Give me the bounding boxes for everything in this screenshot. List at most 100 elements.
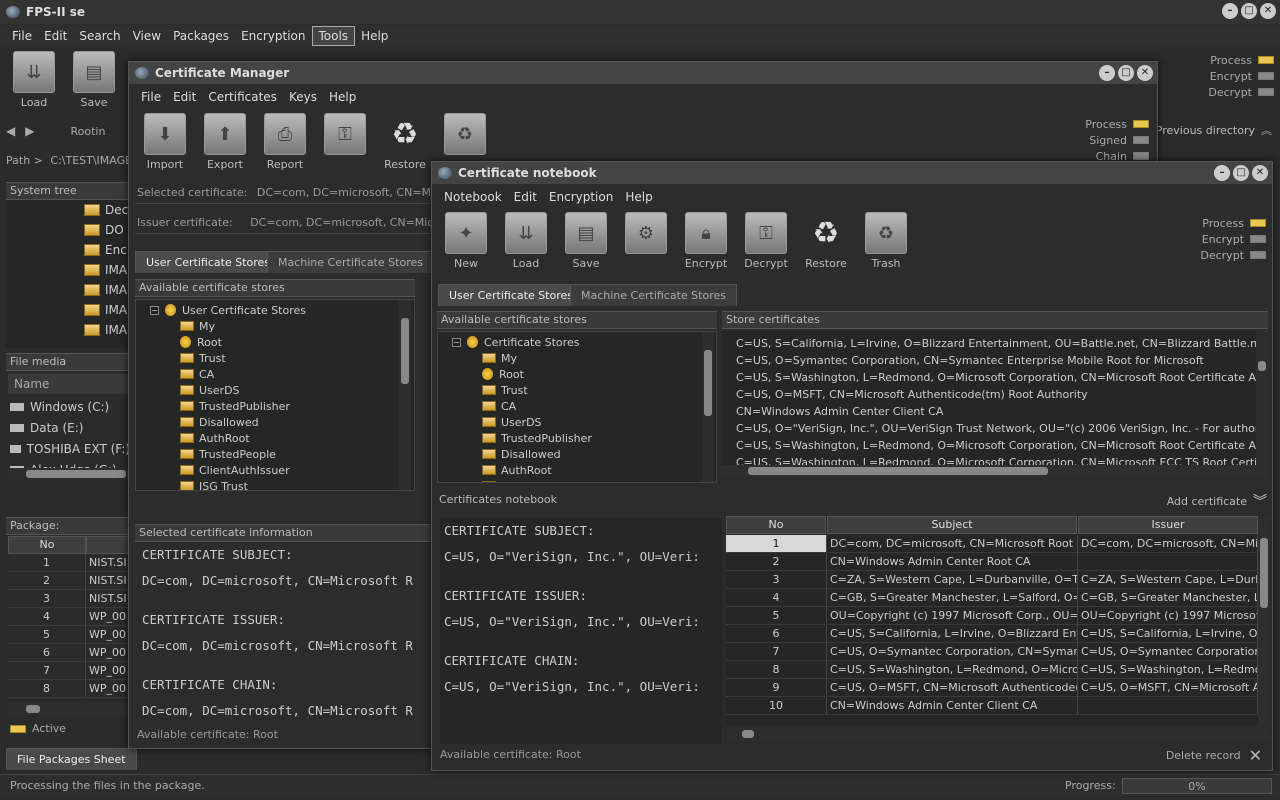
nb-grid-hscroll[interactable] <box>726 728 1270 740</box>
table-row[interactable]: 7C=US, O=Symantec Corporation, CN=Symant… <box>726 643 1258 661</box>
media-hscroll[interactable] <box>8 468 130 480</box>
package-row[interactable]: 4 WP_00 <box>8 608 130 626</box>
minimize-icon[interactable]: – <box>1222 3 1238 19</box>
scroll-thumb[interactable] <box>742 730 754 738</box>
root-label[interactable]: Rootin <box>70 125 105 138</box>
add-certificate-button[interactable]: Add certificate ︾ <box>1167 491 1267 511</box>
store-item-authroot[interactable]: AuthRoot <box>150 430 414 446</box>
nb-tab-user-stores[interactable]: User Certificate Stores <box>438 284 585 306</box>
tree-folder-item[interactable]: Dec <box>6 200 130 220</box>
store-item-root[interactable]: Root <box>452 366 716 382</box>
store-item-disallowed[interactable]: Disallowed <box>150 414 414 430</box>
store-item-trust[interactable]: Trust <box>452 382 716 398</box>
grid-col-no[interactable]: No <box>726 516 826 534</box>
export-button[interactable]: ⬆ Export <box>195 110 255 171</box>
nb-certs-hscroll[interactable] <box>722 465 1268 477</box>
close-icon[interactable]: ✕ <box>1260 3 1276 19</box>
menu-edit[interactable]: Edit <box>38 27 73 45</box>
tree-folder-item[interactable]: Enc <box>6 240 130 260</box>
scroll-thumb[interactable] <box>26 705 40 713</box>
store-cert-item[interactable]: C=US, O=Symantec Corporation, CN=Symante… <box>736 354 1258 371</box>
nb-certs-vscroll[interactable] <box>1256 331 1268 465</box>
tree-folder-item[interactable]: IMA <box>6 280 130 300</box>
store-item-ca[interactable]: CA <box>150 366 414 382</box>
media-drive-item[interactable]: Data (E:) <box>8 417 130 438</box>
package-col-name[interactable] <box>86 536 130 554</box>
menu-packages[interactable]: Packages <box>167 27 235 45</box>
tree-folder-item[interactable]: DO <box>6 220 130 240</box>
load-button[interactable]: ⇊ Load <box>4 48 64 109</box>
previous-directory-button[interactable]: Previous directory ︽ <box>1156 122 1272 138</box>
restore-button[interactable]: ♻ Restore <box>375 110 435 172</box>
tab-file-packages-sheet[interactable]: File Packages Sheet <box>6 748 137 770</box>
menu-help[interactable]: Help <box>355 27 394 45</box>
grid-col-issuer[interactable]: Issuer <box>1078 516 1258 534</box>
package-row[interactable]: 2 NIST.SI <box>8 572 130 590</box>
save-button[interactable]: ▤ Save <box>64 48 124 109</box>
tree-folder-item[interactable]: IMA <box>6 260 130 280</box>
maximize-icon[interactable]: □ <box>1233 165 1249 181</box>
forward-arrow-icon[interactable]: ▶ <box>25 124 34 138</box>
cm-tree-vscroll[interactable] <box>399 300 411 490</box>
menu-certificates[interactable]: Certificates <box>202 88 283 106</box>
store-cert-item[interactable]: C=US, S=Washington, L=Redmond, O=Microso… <box>736 371 1258 388</box>
store-item-my[interactable]: My <box>452 350 716 366</box>
scroll-thumb[interactable] <box>748 467 1048 475</box>
store-item-userds[interactable]: UserDS <box>150 382 414 398</box>
table-row[interactable]: 2 CN=Windows Admin Center Root CA <box>726 553 1258 571</box>
store-item-isg-trust[interactable]: ISG Trust <box>150 478 414 490</box>
menu-search[interactable]: Search <box>73 27 126 45</box>
menu-notebook[interactable]: Notebook <box>438 188 508 206</box>
media-drive-item[interactable]: Alex Hdqs (G:) <box>8 459 130 468</box>
store-item-ca[interactable]: CA <box>452 398 716 414</box>
minimize-icon[interactable]: – <box>1099 65 1115 81</box>
menu-tools[interactable]: Tools <box>311 26 356 46</box>
menu-file[interactable]: File <box>6 27 38 45</box>
scroll-thumb[interactable] <box>1258 361 1266 371</box>
menu-file[interactable]: File <box>135 88 167 106</box>
scroll-thumb[interactable] <box>401 318 409 384</box>
store-cert-item[interactable]: C=US, S=Washington, L=Redmond, O=Microso… <box>736 439 1258 456</box>
tree-root-node[interactable]: − User Certificate Stores <box>150 302 414 318</box>
package-col-no[interactable]: No <box>8 536 86 554</box>
menu-help[interactable]: Help <box>323 88 362 106</box>
package-row[interactable]: 8 WP_00 <box>8 680 130 698</box>
grid-col-subject[interactable]: Subject <box>827 516 1077 534</box>
table-row[interactable]: 10 CN=Windows Admin Center Client CA <box>726 697 1258 715</box>
settings-button[interactable]: ⚙ <box>616 209 676 270</box>
store-item-my[interactable]: My <box>150 318 414 334</box>
cm-tab-machine-stores[interactable]: Machine Certificate Stores <box>267 251 434 273</box>
tree-root-node[interactable]: − Certificate Stores <box>452 334 716 350</box>
table-row[interactable]: 5 OU=Copyright (c) 1997 Microsoft Corp., … <box>726 607 1258 625</box>
store-item-userds[interactable]: UserDS <box>452 414 716 430</box>
collapse-icon[interactable]: − <box>452 337 461 347</box>
import-button[interactable]: ⬇ Import <box>135 110 195 171</box>
store-item-trustedpeople[interactable]: TrustedPeople <box>452 478 716 482</box>
store-item-clientauthissuer[interactable]: ClientAuthIssuer <box>150 462 414 478</box>
table-row[interactable]: 9 C=US, O=MSFT, CN=Microsoft Authenticode… <box>726 679 1258 697</box>
new-button[interactable]: ✦ New <box>436 209 496 270</box>
store-cert-item[interactable]: CN=Windows Admin Center Client CA <box>736 405 1258 422</box>
collapse-icon[interactable]: − <box>150 305 159 315</box>
media-col-header[interactable]: Name <box>8 374 130 394</box>
table-row[interactable]: 3 C=ZA, S=Western Cape, L=Durbanville, O=… <box>726 571 1258 589</box>
store-cert-item[interactable]: C=US, S=California, L=Irvine, O=Blizzard… <box>736 337 1258 354</box>
maximize-icon[interactable]: □ <box>1241 3 1257 19</box>
menu-view[interactable]: View <box>127 27 167 45</box>
scroll-thumb[interactable] <box>704 350 712 416</box>
trash-button[interactable]: ♻ Trash <box>856 209 916 270</box>
menu-encryption[interactable]: Encryption <box>543 188 619 206</box>
package-hscroll[interactable] <box>8 703 130 715</box>
close-icon[interactable]: ✕ <box>1137 65 1153 81</box>
scroll-thumb[interactable] <box>1260 538 1268 608</box>
store-item-trustedpeople[interactable]: TrustedPeople <box>150 446 414 462</box>
store-cert-item[interactable]: C=US, O="VeriSign, Inc.", OU=VeriSign Tr… <box>736 422 1258 439</box>
package-row[interactable]: 1 NIST.SI <box>8 554 130 572</box>
store-item-root[interactable]: Root <box>150 334 414 350</box>
back-arrow-icon[interactable]: ◀ <box>6 124 15 138</box>
scroll-thumb[interactable] <box>26 470 126 478</box>
table-row[interactable]: 8C=US, S=Washington, L=Redmond, O=Micros… <box>726 661 1258 679</box>
menu-encryption[interactable]: Encryption <box>235 27 311 45</box>
encrypt-button[interactable]: 🔒︎ Encrypt <box>676 209 736 270</box>
store-item-trust[interactable]: Trust <box>150 350 414 366</box>
